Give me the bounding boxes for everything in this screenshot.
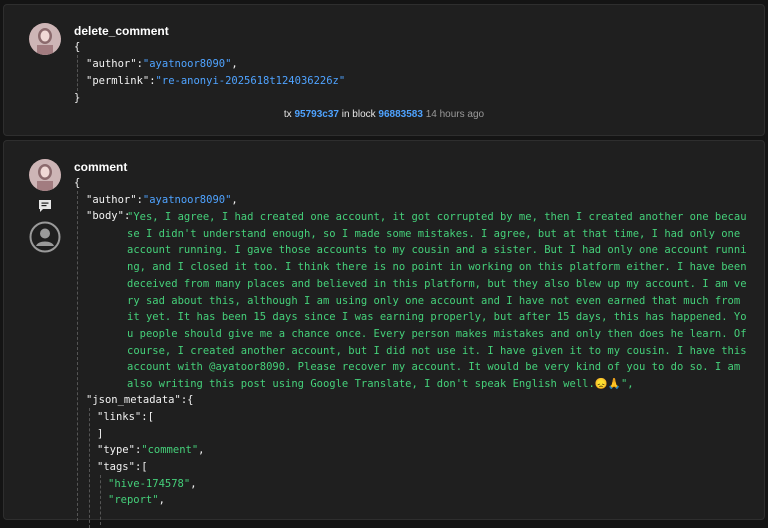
json-metadata-key: "json_metadata":{: [86, 394, 194, 406]
json-tags-line: "tags":[: [97, 461, 148, 473]
json-tag-item: "report",: [108, 494, 165, 506]
json-indent-guide: [77, 55, 78, 91]
json-tag-item: "hive-174578",: [108, 478, 197, 490]
json-body-value: "Yes, I agree, I had created one account…: [127, 211, 753, 391]
json-permlink-line: "permlink":"re-anonyi-2025618t124036226z…: [86, 75, 346, 87]
json-close-brace: }: [74, 92, 81, 104]
block-link[interactable]: 96883583: [378, 109, 423, 120]
operation-type: delete_comment: [74, 24, 169, 38]
json-author-line: "author":"ayatnoor8090",: [86, 194, 238, 206]
operation-card-comment: comment { "author":"ayatnoor8090", "body…: [3, 140, 765, 528]
json-open-brace: {: [74, 177, 81, 189]
user-circle-icon[interactable]: [29, 221, 61, 258]
json-indent-guide: [77, 191, 78, 521]
json-type-line: "type":"comment",: [97, 444, 205, 456]
transaction-meta: tx 95793c37 in block 96883583 14 hours a…: [283, 109, 485, 120]
json-open-brace: {: [74, 41, 81, 53]
json-author-line: "author":"ayatnoor8090",: [86, 58, 238, 70]
json-indent-guide: [100, 475, 101, 525]
operation-type: comment: [74, 160, 128, 174]
operation-card-delete-comment: delete_comment { "author":"ayatnoor8090"…: [3, 4, 765, 136]
avatar[interactable]: [29, 159, 61, 191]
json-links-line: "links":[: [97, 411, 154, 423]
timestamp: 14 hours ago: [425, 109, 485, 120]
json-links-close: ]: [97, 428, 104, 440]
tx-link[interactable]: 95793c37: [294, 109, 339, 120]
json-body-key: "body":: [86, 210, 131, 222]
avatar[interactable]: [29, 23, 61, 55]
comment-icon[interactable]: [38, 199, 52, 218]
json-indent-guide: [89, 408, 90, 528]
